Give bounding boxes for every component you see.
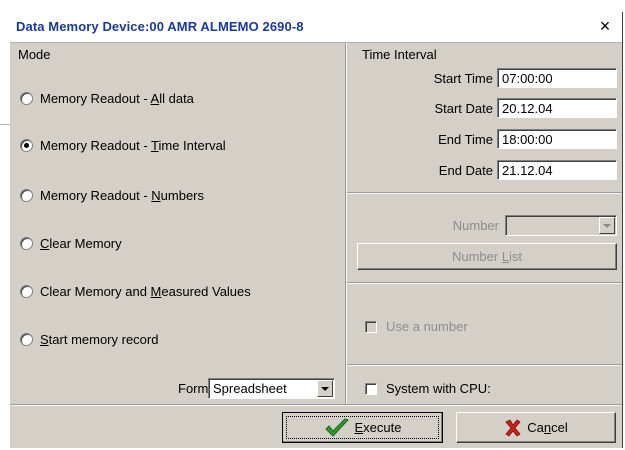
radio-button[interactable] bbox=[20, 284, 33, 298]
red-x-icon bbox=[505, 418, 521, 437]
start-date-label: Start Date bbox=[434, 101, 493, 116]
mode-group-label: Mode bbox=[18, 47, 51, 62]
data-memory-dialog: Data Memory Device:00 AMR ALMEMO 2690-8 … bbox=[10, 12, 623, 448]
radio-label: Memory Readout - Time Interval bbox=[40, 137, 226, 153]
end-date-input[interactable]: 21.12.04 bbox=[497, 160, 617, 180]
radio-button[interactable] bbox=[20, 236, 33, 250]
separator bbox=[347, 282, 622, 283]
time-interval-group-label: Time Interval bbox=[362, 47, 437, 62]
radio-start-memory-record[interactable]: Start memory record bbox=[20, 330, 158, 348]
end-time-input[interactable]: 18:00:00 bbox=[497, 129, 617, 149]
format-select[interactable]: Spreadsheet bbox=[208, 378, 335, 399]
end-date-label: End Date bbox=[438, 163, 493, 178]
number-label: Number bbox=[452, 218, 499, 233]
start-time-input[interactable]: 07:00:00 bbox=[497, 68, 617, 88]
radio-label: Memory Readout - All data bbox=[40, 90, 194, 106]
radio-clear-memory[interactable]: Clear Memory bbox=[20, 234, 122, 252]
use-number-label: Use a number bbox=[386, 319, 468, 334]
separator bbox=[347, 364, 622, 365]
radio-button[interactable] bbox=[20, 138, 33, 152]
mode-panel: Mode Memory Readout - All data Memory Re… bbox=[10, 42, 346, 404]
radio-readout-time-interval[interactable]: Memory Readout - Time Interval bbox=[20, 136, 226, 154]
execute-button[interactable]: Execute bbox=[282, 412, 443, 443]
radio-label: Clear Memory and Measured Values bbox=[40, 283, 251, 299]
radio-button[interactable] bbox=[20, 332, 33, 346]
chevron-down-icon[interactable] bbox=[599, 217, 615, 234]
chevron-down-icon[interactable] bbox=[317, 380, 333, 397]
use-number-checkbox[interactable] bbox=[365, 320, 377, 333]
radio-button[interactable] bbox=[20, 188, 33, 202]
number-list-label: Number List bbox=[451, 249, 523, 264]
number-select[interactable] bbox=[505, 215, 617, 236]
window-title: Data Memory Device:00 AMR ALMEMO 2690-8 bbox=[16, 19, 304, 34]
number-list-button[interactable]: Number List bbox=[357, 243, 617, 270]
start-time-label: Start Time bbox=[433, 71, 493, 86]
separator bbox=[347, 192, 622, 193]
dialog-button-bar: Execute Cancel bbox=[10, 404, 622, 449]
cancel-button[interactable]: Cancel bbox=[456, 412, 616, 443]
radio-label: Clear Memory bbox=[40, 235, 122, 251]
start-date-input[interactable]: 20.12.04 bbox=[497, 98, 617, 118]
cancel-label: Cancel bbox=[527, 420, 568, 435]
format-value: Spreadsheet bbox=[213, 381, 287, 396]
radio-readout-all[interactable]: Memory Readout - All data bbox=[20, 89, 194, 107]
background-app-strip bbox=[0, 0, 10, 450]
execute-label: Execute bbox=[354, 420, 402, 435]
radio-label: Memory Readout - Numbers bbox=[40, 187, 205, 203]
system-cpu-checkbox-row[interactable]: System with CPU: bbox=[365, 381, 491, 396]
radio-label: Start memory record bbox=[40, 331, 159, 347]
system-cpu-checkbox[interactable] bbox=[365, 382, 377, 395]
end-time-label: End Time bbox=[438, 132, 493, 147]
radio-button[interactable] bbox=[20, 91, 33, 105]
checkmark-icon bbox=[324, 417, 349, 437]
close-button[interactable]: × bbox=[596, 16, 614, 36]
background-divider bbox=[0, 124, 10, 125]
radio-clear-memory-measured[interactable]: Clear Memory and Measured Values bbox=[20, 282, 251, 300]
time-interval-panel: Time Interval Start Time 07:00:00 Start … bbox=[347, 42, 622, 404]
system-cpu-label: System with CPU: bbox=[386, 381, 491, 396]
title-bar[interactable]: Data Memory Device:00 AMR ALMEMO 2690-8 … bbox=[10, 12, 622, 43]
radio-readout-numbers[interactable]: Memory Readout - Numbers bbox=[20, 186, 204, 204]
use-number-checkbox-row[interactable]: Use a number bbox=[365, 319, 468, 334]
